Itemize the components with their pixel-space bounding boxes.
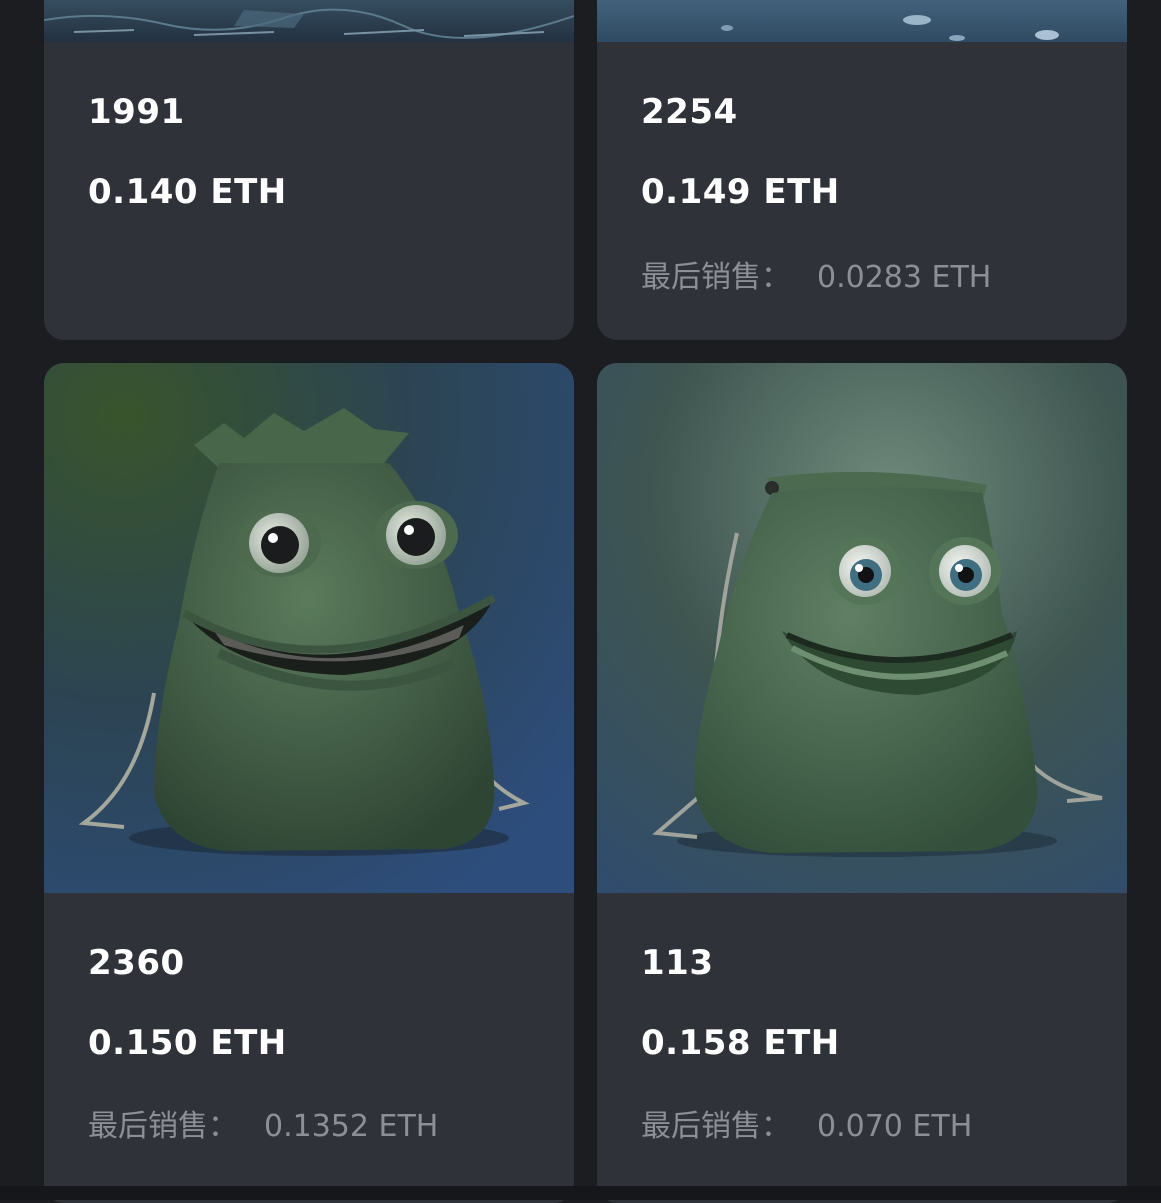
nft-last-sale: 最后销售： 0.070 ETH bbox=[641, 1101, 972, 1145]
nft-image[interactable] bbox=[597, 0, 1127, 42]
last-sale-label: 最后销售： bbox=[641, 1109, 791, 1144]
nft-price: 0.149 ETH bbox=[641, 172, 840, 212]
last-sale-label: 最后销售： bbox=[88, 1109, 238, 1144]
last-sale-value: 0.070 ETH bbox=[817, 1109, 973, 1144]
nft-name: 2360 bbox=[88, 943, 185, 983]
nft-price: 0.150 ETH bbox=[88, 1023, 287, 1063]
nft-price: 0.158 ETH bbox=[641, 1023, 840, 1063]
nft-name: 113 bbox=[641, 943, 714, 983]
nft-name: 2254 bbox=[641, 92, 738, 132]
nft-last-sale: 最后销售： 0.0283 ETH bbox=[641, 252, 991, 296]
nft-price: 0.140 ETH bbox=[88, 172, 287, 212]
nft-card-2360[interactable]: 2360 0.150 ETH 最后销售： 0.1352 ETH bbox=[44, 363, 574, 1203]
bottom-bar bbox=[0, 1186, 1161, 1200]
nft-image[interactable] bbox=[44, 363, 574, 893]
nft-image[interactable] bbox=[44, 0, 574, 42]
nft-card-113[interactable]: 113 0.158 ETH 最后销售： 0.070 ETH bbox=[597, 363, 1127, 1203]
nft-card-1991[interactable]: 1991 0.140 ETH bbox=[44, 0, 574, 340]
nft-image[interactable] bbox=[597, 363, 1127, 893]
nft-last-sale: 最后销售： 0.1352 ETH bbox=[88, 1101, 438, 1145]
last-sale-label: 最后销售： bbox=[641, 260, 791, 295]
last-sale-value: 0.0283 ETH bbox=[817, 260, 992, 295]
last-sale-value: 0.1352 ETH bbox=[264, 1109, 439, 1144]
nft-grid: 1991 0.140 ETH 2254 0.149 ETH 最后销售： 0.02… bbox=[0, 0, 1161, 1203]
nft-name: 1991 bbox=[88, 92, 185, 132]
nft-card-2254[interactable]: 2254 0.149 ETH 最后销售： 0.0283 ETH bbox=[597, 0, 1127, 340]
